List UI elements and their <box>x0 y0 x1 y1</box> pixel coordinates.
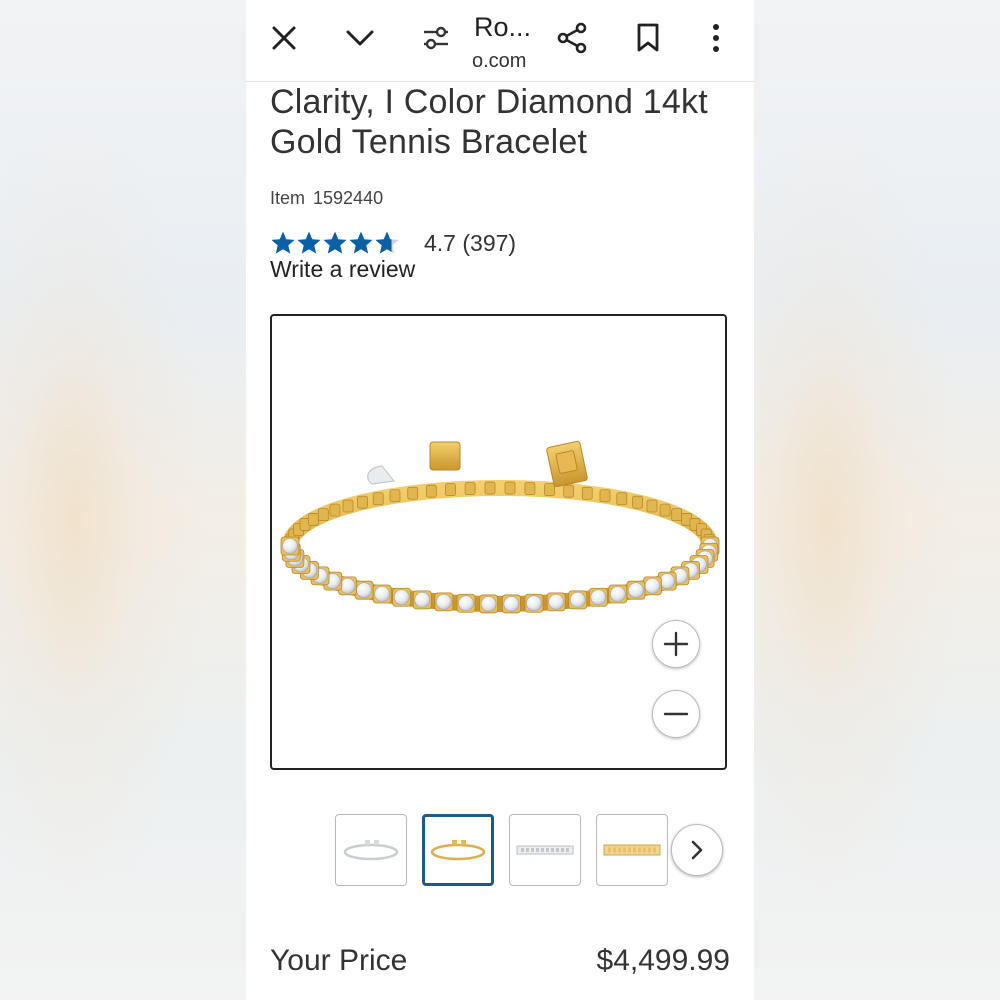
url-domain: o.com <box>472 50 527 72</box>
rating-stars <box>270 230 400 256</box>
price-label: Your Price <box>270 944 408 977</box>
chevron-down-icon <box>346 30 374 46</box>
diamond <box>356 582 372 599</box>
diamond <box>414 592 431 608</box>
background-left <box>0 0 246 1000</box>
close-tab-button[interactable] <box>262 16 306 60</box>
bracelet-link <box>599 489 611 503</box>
bracelet-link <box>357 495 368 509</box>
product-title: Clarity, I Color Diamond 14kt Gold Tenni… <box>270 83 708 161</box>
item-number: 1592440 <box>313 188 384 208</box>
site-settings-button[interactable] <box>414 16 458 60</box>
yellow-gold-bracelet-flat-thumbnail <box>603 844 661 856</box>
diamond <box>659 573 675 589</box>
chevron-right-icon <box>691 840 703 860</box>
minus-icon <box>663 712 689 716</box>
diamond <box>590 589 607 606</box>
browser-viewport: Ro... o.com Clarity, I Color Diamond 14k… <box>246 0 754 1000</box>
diamond <box>393 589 410 606</box>
bracelet-link <box>342 499 354 513</box>
bracelet-link <box>407 486 419 500</box>
star-icon <box>271 231 295 254</box>
bracelet-link <box>504 481 516 495</box>
bracelet-link <box>646 499 658 513</box>
bracelet-link <box>425 484 437 498</box>
url-bar[interactable]: Ro... o.com <box>468 8 548 74</box>
diamond <box>644 578 661 594</box>
bracelet-link <box>372 492 384 506</box>
bracelet-link <box>563 484 575 498</box>
close-icon <box>272 26 296 50</box>
star-icon <box>349 231 373 254</box>
more-options-button[interactable] <box>694 16 738 60</box>
tune-icon <box>424 26 448 50</box>
write-review-link[interactable]: Write a review <box>270 256 415 283</box>
diamond <box>569 592 586 608</box>
thumbnail-2[interactable] <box>422 814 494 886</box>
more-vert-icon <box>713 24 719 52</box>
bracelet-link <box>329 503 341 517</box>
diamond <box>628 582 644 599</box>
plus-icon <box>663 631 689 657</box>
bracelet-link <box>581 486 593 500</box>
bracelet-link <box>671 508 683 522</box>
share-icon <box>557 22 587 54</box>
thumbnail-4[interactable] <box>596 814 668 886</box>
bracelet-link <box>317 508 329 522</box>
white-gold-bracelet-flat-thumbnail <box>516 845 574 855</box>
price-row: Your Price $4,499.99 <box>270 944 730 984</box>
rating-value: 4.7 <box>424 229 456 256</box>
minimize-tab-button[interactable] <box>338 16 382 60</box>
thumbnail-1[interactable] <box>335 814 407 886</box>
diamond <box>282 538 298 554</box>
diamond <box>610 586 626 602</box>
bracelet-link <box>389 489 401 503</box>
star-icon <box>375 231 399 254</box>
zoom-in-button[interactable] <box>652 620 700 668</box>
thumbnail-next-button[interactable] <box>671 824 723 876</box>
diamond <box>436 594 452 610</box>
star-icon <box>297 231 321 254</box>
diamond <box>526 595 542 612</box>
item-label: Item <box>270 188 306 208</box>
bracelet-link <box>632 495 643 509</box>
white-gold-bracelet-thumbnail <box>343 840 399 861</box>
diamond <box>480 596 497 612</box>
diamond <box>458 595 474 612</box>
bracelet-link <box>464 482 476 495</box>
bracelet-link <box>616 492 628 506</box>
price-value: $4,499.99 <box>596 944 730 977</box>
diamond <box>339 578 356 594</box>
bracelet-link <box>659 503 671 517</box>
zoom-out-button[interactable] <box>652 690 700 738</box>
background-right <box>754 0 1000 1000</box>
bracelet-link <box>307 513 319 526</box>
review-count: (397) <box>462 229 517 256</box>
rating-summary[interactable]: 4.7 (397) <box>270 228 516 258</box>
diamond <box>374 586 390 602</box>
star-icon <box>323 231 347 254</box>
bracelet-link <box>524 482 536 495</box>
bracelet-link <box>445 483 456 497</box>
bracelet-link <box>484 481 496 495</box>
bracelet-link <box>544 483 555 497</box>
item-number-line: Item 1592440 <box>270 188 383 209</box>
page-title-short: Ro... <box>474 12 532 42</box>
product-image-viewer[interactable] <box>270 314 727 770</box>
yellow-gold-bracelet-thumbnail <box>430 840 486 861</box>
custom-tab-toolbar: Ro... o.com <box>246 0 754 82</box>
share-button[interactable] <box>550 16 594 60</box>
bookmark-icon <box>637 23 659 52</box>
diamond <box>548 594 564 610</box>
rating-text: 4.7 (397) <box>424 230 516 257</box>
thumbnail-3[interactable] <box>509 814 581 886</box>
bookmark-button[interactable] <box>626 16 670 60</box>
diamond <box>503 596 520 612</box>
